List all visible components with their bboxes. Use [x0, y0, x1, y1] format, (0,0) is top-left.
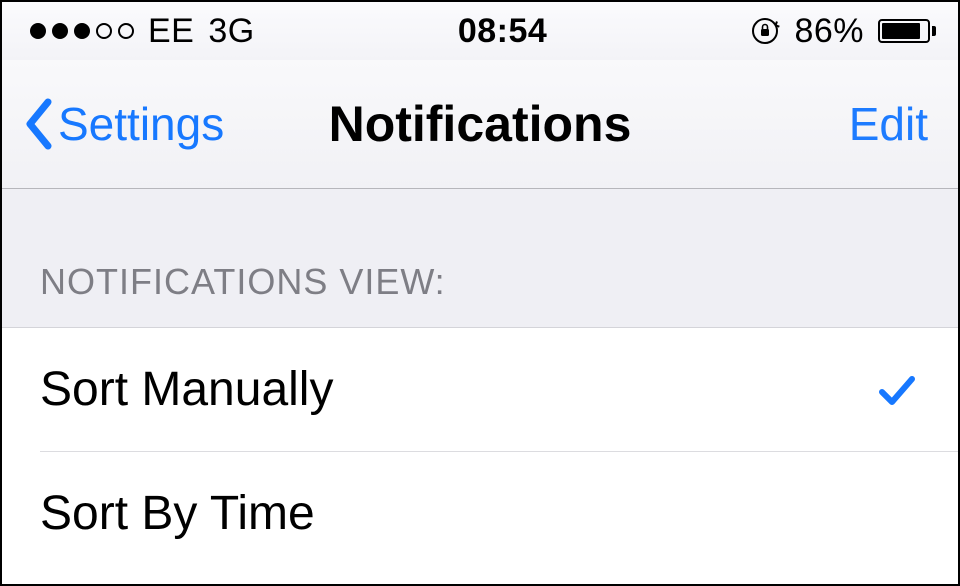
signal-strength-icon	[30, 23, 134, 39]
option-sort-by-time[interactable]: Sort By Time	[40, 451, 958, 575]
status-bar: EE 3G 08:54 86%	[2, 2, 958, 60]
option-sort-manually[interactable]: Sort Manually	[2, 328, 958, 451]
screen: EE 3G 08:54 86%	[0, 0, 960, 586]
section-header: NOTIFICATIONS VIEW:	[2, 189, 958, 328]
back-button[interactable]: Settings	[24, 97, 224, 151]
battery-fill	[882, 23, 920, 39]
edit-button[interactable]: Edit	[849, 97, 928, 151]
option-label: Sort By Time	[40, 486, 315, 541]
option-label: Sort Manually	[40, 362, 333, 417]
checkmark-icon	[876, 369, 918, 411]
network-type-label: 3G	[208, 12, 254, 51]
nav-bar: Settings Notifications Edit	[2, 60, 958, 189]
orientation-lock-icon	[750, 16, 780, 46]
status-right: 86%	[750, 12, 936, 51]
carrier-label: EE	[148, 12, 194, 51]
clock-label: 08:54	[458, 12, 547, 51]
battery-icon	[878, 19, 936, 43]
status-left: EE 3G	[30, 12, 255, 51]
battery-percent-label: 86%	[794, 12, 864, 51]
back-label: Settings	[58, 97, 224, 151]
chevron-left-icon	[24, 98, 54, 150]
sort-options-list: Sort Manually Sort By Time	[2, 328, 958, 584]
